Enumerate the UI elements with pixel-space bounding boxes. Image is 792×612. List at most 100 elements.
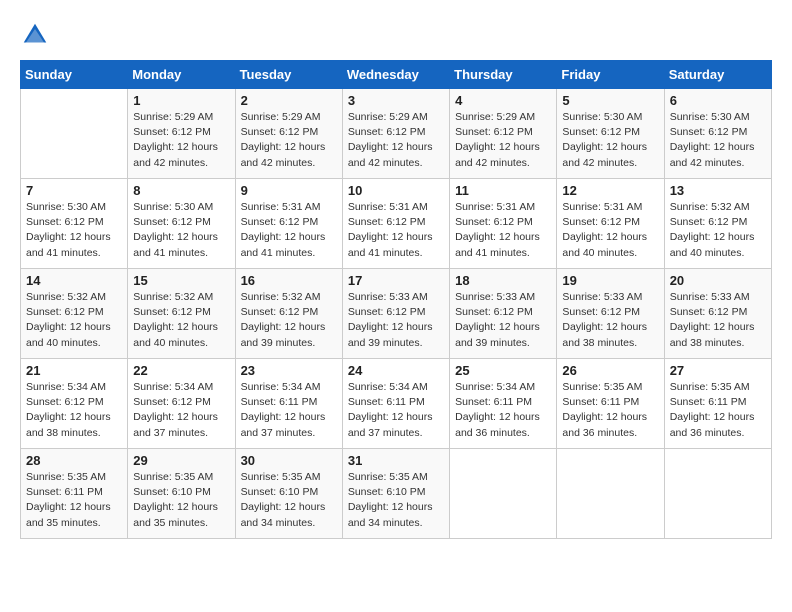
calendar-cell: 29 Sunrise: 5:35 AMSunset: 6:10 PMDayligh… [128,449,235,539]
weekday-header-saturday: Saturday [664,61,771,89]
calendar-cell: 22Sunrise: 5:34 AMSunset: 6:12 PMDayligh… [128,359,235,449]
day-detail: Sunrise: 5:34 AMSunset: 6:11 PMDaylight:… [455,380,551,441]
weekday-header-monday: Monday [128,61,235,89]
day-number: 17 [348,273,444,288]
day-detail: Sunrise: 5:29 AMSunset: 6:12 PMDaylight:… [133,110,229,171]
day-detail: Sunrise: 5:33 AMSunset: 6:12 PMDaylight:… [562,290,658,351]
logo [20,20,54,50]
calendar-cell: 18 Sunrise: 5:33 AMSunset: 6:12 PMDayligh… [450,269,557,359]
calendar-cell: 6 Sunrise: 5:30 AMSunset: 6:12 PMDaylight… [664,89,771,179]
day-number: 5 [562,93,658,108]
day-detail: Sunrise: 5:35 AMSunset: 6:11 PMDaylight:… [26,470,122,531]
day-detail: Sunrise: 5:35 AMSunset: 6:11 PMDaylight:… [562,380,658,441]
day-detail: Sunrise: 5:34 AMSunset: 6:12 PMDaylight:… [26,380,122,441]
day-number: 26 [562,363,658,378]
day-detail: Sunrise: 5:31 AMSunset: 6:12 PMDaylight:… [562,200,658,261]
day-number: 9 [241,183,337,198]
calendar-cell: 19Sunrise: 5:33 AMSunset: 6:12 PMDayligh… [557,269,664,359]
day-number: 20 [670,273,766,288]
day-number: 8 [133,183,229,198]
day-number: 27 [670,363,766,378]
calendar-cell [21,89,128,179]
day-number: 30 [241,453,337,468]
calendar-cell: 28 Sunrise: 5:35 AMSunset: 6:11 PMDayligh… [21,449,128,539]
day-number: 21 [26,363,122,378]
calendar-cell: 31 Sunrise: 5:35 AMSunset: 6:10 PMDayligh… [342,449,449,539]
day-detail: Sunrise: 5:35 AMSunset: 6:11 PMDaylight:… [670,380,766,441]
calendar-week-5: 28 Sunrise: 5:35 AMSunset: 6:11 PMDayligh… [21,449,772,539]
day-detail: Sunrise: 5:32 AMSunset: 6:12 PMDaylight:… [241,290,337,351]
day-number: 16 [241,273,337,288]
day-number: 7 [26,183,122,198]
calendar-cell: 1 Sunrise: 5:29 AMSunset: 6:12 PMDaylight… [128,89,235,179]
day-number: 29 [133,453,229,468]
day-number: 3 [348,93,444,108]
calendar-cell: 3Sunrise: 5:29 AMSunset: 6:12 PMDaylight… [342,89,449,179]
day-number: 23 [241,363,337,378]
calendar-cell: 13Sunrise: 5:32 AMSunset: 6:12 PMDayligh… [664,179,771,269]
calendar-cell: 2Sunrise: 5:29 AMSunset: 6:12 PMDaylight… [235,89,342,179]
calendar-week-3: 14 Sunrise: 5:32 AMSunset: 6:12 PMDayligh… [21,269,772,359]
day-detail: Sunrise: 5:29 AMSunset: 6:12 PMDaylight:… [455,110,551,171]
calendar-week-4: 21 Sunrise: 5:34 AMSunset: 6:12 PMDayligh… [21,359,772,449]
day-number: 2 [241,93,337,108]
calendar-cell: 20 Sunrise: 5:33 AMSunset: 6:12 PMDayligh… [664,269,771,359]
calendar-cell [557,449,664,539]
calendar-cell: 24Sunrise: 5:34 AMSunset: 6:11 PMDayligh… [342,359,449,449]
day-detail: Sunrise: 5:32 AMSunset: 6:12 PMDaylight:… [670,200,766,261]
calendar-cell: 7Sunrise: 5:30 AMSunset: 6:12 PMDaylight… [21,179,128,269]
weekday-header-sunday: Sunday [21,61,128,89]
day-number: 15 [133,273,229,288]
day-detail: Sunrise: 5:33 AMSunset: 6:12 PMDaylight:… [455,290,551,351]
day-detail: Sunrise: 5:31 AMSunset: 6:12 PMDaylight:… [455,200,551,261]
day-detail: Sunrise: 5:30 AMSunset: 6:12 PMDaylight:… [670,110,766,171]
header [20,20,772,50]
weekday-header-thursday: Thursday [450,61,557,89]
day-detail: Sunrise: 5:35 AMSunset: 6:10 PMDaylight:… [241,470,337,531]
day-detail: Sunrise: 5:31 AMSunset: 6:12 PMDaylight:… [348,200,444,261]
calendar-cell: 9 Sunrise: 5:31 AMSunset: 6:12 PMDaylight… [235,179,342,269]
calendar-cell: 11 Sunrise: 5:31 AMSunset: 6:12 PMDayligh… [450,179,557,269]
day-number: 11 [455,183,551,198]
day-number: 10 [348,183,444,198]
day-detail: Sunrise: 5:32 AMSunset: 6:12 PMDaylight:… [26,290,122,351]
logo-icon [20,20,50,50]
day-number: 18 [455,273,551,288]
calendar-cell: 26 Sunrise: 5:35 AMSunset: 6:11 PMDayligh… [557,359,664,449]
calendar-cell: 5Sunrise: 5:30 AMSunset: 6:12 PMDaylight… [557,89,664,179]
calendar-cell: 17 Sunrise: 5:33 AMSunset: 6:12 PMDayligh… [342,269,449,359]
calendar-cell: 12 Sunrise: 5:31 AMSunset: 6:12 PMDayligh… [557,179,664,269]
weekday-header-wednesday: Wednesday [342,61,449,89]
calendar-cell: 30 Sunrise: 5:35 AMSunset: 6:10 PMDayligh… [235,449,342,539]
weekday-header-row: SundayMondayTuesdayWednesdayThursdayFrid… [21,61,772,89]
day-number: 12 [562,183,658,198]
calendar-cell: 10 Sunrise: 5:31 AMSunset: 6:12 PMDayligh… [342,179,449,269]
day-detail: Sunrise: 5:34 AMSunset: 6:11 PMDaylight:… [241,380,337,441]
day-number: 31 [348,453,444,468]
day-number: 28 [26,453,122,468]
day-detail: Sunrise: 5:33 AMSunset: 6:12 PMDaylight:… [670,290,766,351]
day-detail: Sunrise: 5:35 AMSunset: 6:10 PMDaylight:… [348,470,444,531]
calendar-cell: 21 Sunrise: 5:34 AMSunset: 6:12 PMDayligh… [21,359,128,449]
calendar-cell: 14 Sunrise: 5:32 AMSunset: 6:12 PMDayligh… [21,269,128,359]
day-number: 1 [133,93,229,108]
day-number: 22 [133,363,229,378]
calendar-week-1: 1 Sunrise: 5:29 AMSunset: 6:12 PMDaylight… [21,89,772,179]
calendar-cell: 8 Sunrise: 5:30 AMSunset: 6:12 PMDaylight… [128,179,235,269]
weekday-header-friday: Friday [557,61,664,89]
calendar-cell: 23 Sunrise: 5:34 AMSunset: 6:11 PMDayligh… [235,359,342,449]
day-detail: Sunrise: 5:32 AMSunset: 6:12 PMDaylight:… [133,290,229,351]
day-number: 14 [26,273,122,288]
day-number: 6 [670,93,766,108]
day-detail: Sunrise: 5:33 AMSunset: 6:12 PMDaylight:… [348,290,444,351]
weekday-header-tuesday: Tuesday [235,61,342,89]
calendar-cell: 27 Sunrise: 5:35 AMSunset: 6:11 PMDayligh… [664,359,771,449]
calendar-table: SundayMondayTuesdayWednesdayThursdayFrid… [20,60,772,539]
calendar-cell: 15 Sunrise: 5:32 AMSunset: 6:12 PMDayligh… [128,269,235,359]
day-number: 25 [455,363,551,378]
day-detail: Sunrise: 5:31 AMSunset: 6:12 PMDaylight:… [241,200,337,261]
day-detail: Sunrise: 5:35 AMSunset: 6:10 PMDaylight:… [133,470,229,531]
calendar-cell: 4Sunrise: 5:29 AMSunset: 6:12 PMDaylight… [450,89,557,179]
calendar-cell: 25 Sunrise: 5:34 AMSunset: 6:11 PMDayligh… [450,359,557,449]
day-detail: Sunrise: 5:30 AMSunset: 6:12 PMDaylight:… [133,200,229,261]
